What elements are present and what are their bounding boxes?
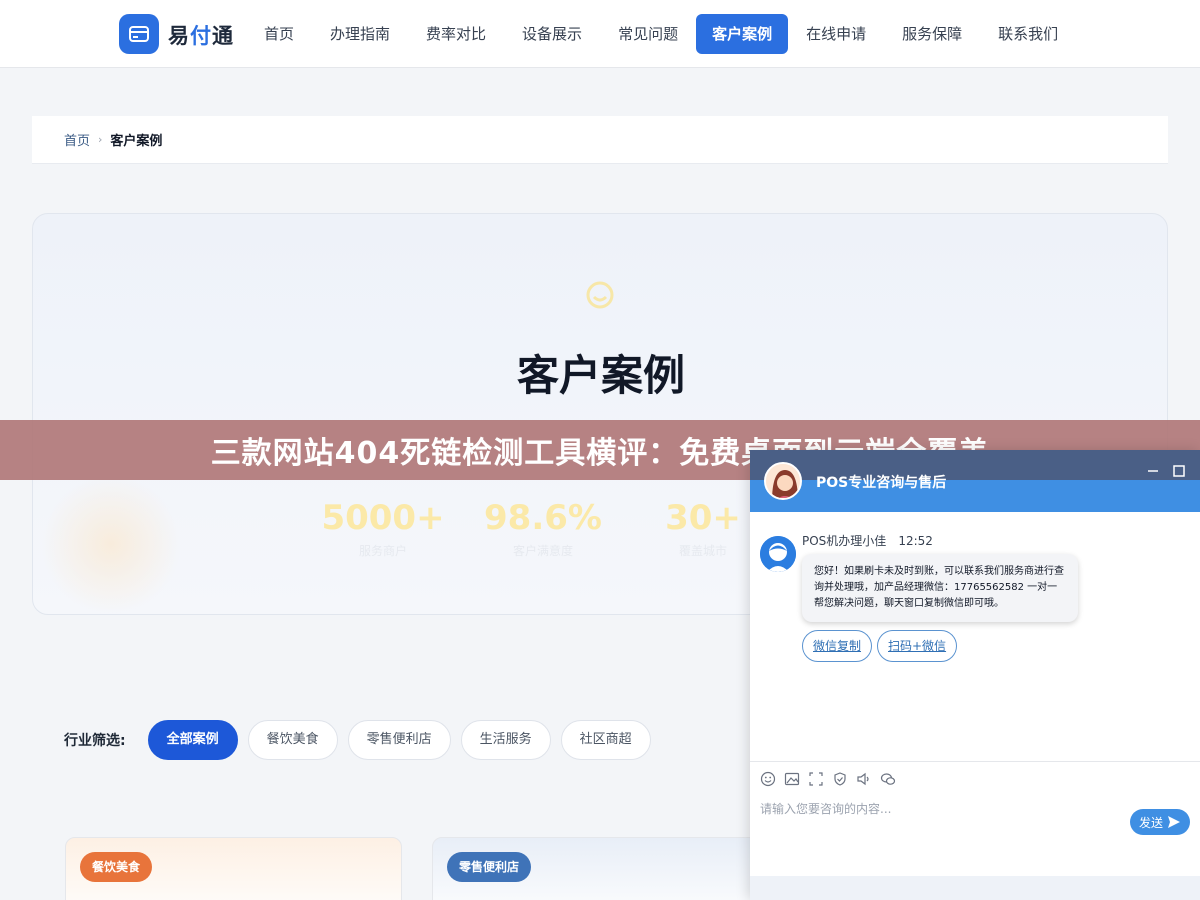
top-nav: 易付通 首页 办理指南 费率对比 设备展示 常见问题 客户案例 在线申请 服务保… bbox=[0, 0, 1200, 68]
breadcrumb-current: 客户案例 bbox=[110, 134, 163, 149]
chat-toolbar bbox=[760, 771, 904, 787]
agent-avatar-icon bbox=[760, 536, 796, 572]
filter-supermarket-button[interactable]: 社区商超 bbox=[560, 720, 651, 760]
smile-icon bbox=[586, 281, 614, 309]
message-time: 12:52 bbox=[898, 534, 933, 548]
nav-item-apply[interactable]: 在线申请 bbox=[788, 14, 884, 54]
voice-icon[interactable] bbox=[856, 771, 872, 787]
chat-title: POS专业咨询与售后 bbox=[816, 475, 947, 491]
chat-header: POS专业咨询与售后 bbox=[750, 450, 1200, 512]
stat-label: 服务商户 bbox=[358, 544, 407, 558]
rate-icon[interactable] bbox=[832, 771, 848, 787]
message-meta: POS机办理小佳 12:52 bbox=[802, 532, 933, 549]
scan-wechat-button[interactable]: 扫码+微信 bbox=[877, 630, 958, 662]
card-icon bbox=[129, 26, 149, 42]
stat-satisfaction: 98.6% 客户满意度 bbox=[463, 498, 623, 559]
message-bubble: 您好！如果刷卡未及时到账，可以联系我们服务商进行查询并处理哦，加产品经理微信：1… bbox=[802, 554, 1078, 622]
case-card[interactable]: 餐饮美食 bbox=[65, 837, 402, 900]
stats-row: 5000+ 服务商户 98.6% 客户满意度 30+ 覆盖城市 bbox=[303, 498, 783, 559]
nav-item-home[interactable]: 首页 bbox=[246, 14, 312, 54]
case-category-tag: 零售便利店 bbox=[447, 852, 532, 882]
chat-footer bbox=[750, 876, 1200, 900]
nav-item-service[interactable]: 服务保障 bbox=[884, 14, 980, 54]
nav-menu: 首页 办理指南 费率对比 设备展示 常见问题 客户案例 在线申请 服务保障 联系… bbox=[246, 14, 1076, 54]
chat-messages: POS机办理小佳 12:52 您好！如果刷卡未及时到账，可以联系我们服务商进行查询… bbox=[750, 512, 1200, 764]
agent-name: POS机办理小佳 bbox=[802, 534, 887, 548]
send-label: 发送 bbox=[1138, 815, 1163, 830]
case-card[interactable]: 零售便利店 bbox=[432, 837, 762, 900]
case-category-tag: 餐饮美食 bbox=[80, 852, 153, 882]
page-title: 客户案例 bbox=[516, 351, 685, 400]
minimize-icon[interactable] bbox=[1146, 464, 1160, 478]
filter-food-button[interactable]: 餐饮美食 bbox=[247, 720, 338, 760]
stat-label: 客户满意度 bbox=[512, 544, 573, 558]
logo-icon[interactable] bbox=[119, 14, 159, 54]
copy-wechat-button[interactable]: 微信复制 bbox=[802, 630, 873, 662]
stat-merchants: 5000+ 服务商户 bbox=[303, 498, 463, 559]
stat-value: 5000+ bbox=[321, 498, 445, 538]
nav-item-contact[interactable]: 联系我们 bbox=[980, 14, 1076, 54]
chat-input[interactable]: 请输入您要咨询的内容... bbox=[760, 800, 891, 817]
nav-item-devices[interactable]: 设备展示 bbox=[504, 14, 600, 54]
woman-avatar-icon bbox=[766, 464, 800, 498]
nav-item-faq[interactable]: 常见问题 bbox=[600, 14, 696, 54]
industry-filter: 行业筛选: 全部案例 餐饮美食 零售便利店 生活服务 社区商超 bbox=[64, 719, 661, 761]
image-icon[interactable] bbox=[784, 771, 800, 787]
nav-item-cases[interactable]: 客户案例 bbox=[696, 14, 789, 54]
breadcrumb-home-link[interactable]: 首页 bbox=[64, 130, 90, 149]
filter-all-button[interactable]: 全部案例 bbox=[147, 720, 238, 760]
chat-widget: POS专业咨询与售后 POS机办理小佳 12:52 您好！如果刷卡未及时到账，可以… bbox=[750, 450, 1200, 900]
decorative-blob bbox=[41, 474, 181, 614]
brand-name[interactable]: 易付通 bbox=[168, 20, 234, 50]
wechat-icon[interactable] bbox=[880, 771, 896, 787]
send-button[interactable]: 发送 bbox=[1130, 809, 1190, 835]
maximize-icon[interactable] bbox=[1172, 464, 1186, 478]
filter-label: 行业筛选: bbox=[64, 733, 126, 749]
send-arrow-icon bbox=[1168, 816, 1180, 828]
support-avatar bbox=[764, 462, 802, 500]
screenshot-icon[interactable] bbox=[808, 771, 824, 787]
nav-item-rates[interactable]: 费率对比 bbox=[408, 14, 504, 54]
filter-retail-button[interactable]: 零售便利店 bbox=[347, 720, 451, 760]
chat-divider bbox=[750, 761, 1200, 762]
nav-item-guide[interactable]: 办理指南 bbox=[312, 14, 408, 54]
stat-value: 98.6% bbox=[484, 498, 602, 538]
breadcrumb-separator: › bbox=[98, 133, 103, 146]
emoji-icon[interactable] bbox=[760, 771, 776, 787]
filter-life-service-button[interactable]: 生活服务 bbox=[460, 720, 551, 760]
breadcrumb: 首页 › 客户案例 bbox=[32, 116, 1168, 164]
